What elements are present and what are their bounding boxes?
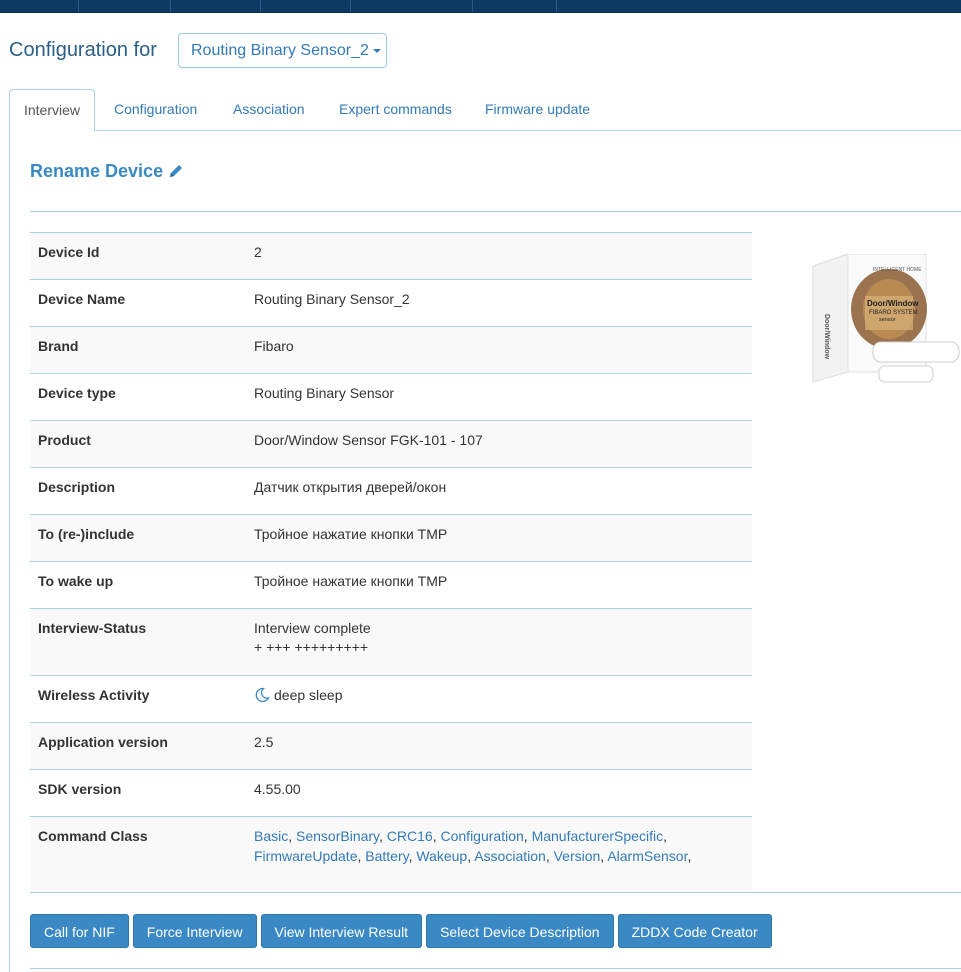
tab-firmware-update[interactable]: Firmware update: [485, 89, 590, 130]
command-class-link[interactable]: CRC16: [387, 828, 433, 844]
command-class-link[interactable]: ManufacturerSpecific: [532, 828, 664, 844]
box-side-text: Door/Window: [823, 314, 830, 360]
force-interview-button[interactable]: Force Interview: [132, 914, 257, 948]
command-class-link[interactable]: Battery: [365, 848, 408, 864]
device-info-table: Device Id 2 Device Name Routing Binary S…: [30, 232, 752, 893]
rename-device-label: Rename Device: [30, 161, 164, 181]
row-value: 4.55.00: [246, 769, 752, 817]
table-row: Product Door/Window Sensor FGK-101 - 107: [30, 420, 752, 468]
row-value: Тройное нажатие кнопки TMP: [246, 561, 752, 609]
row-value: 2.5: [246, 722, 752, 770]
row-key: Device Name: [30, 279, 246, 327]
row-value: deep sleep: [246, 675, 752, 723]
select-device-description-button[interactable]: Select Device Description: [426, 914, 614, 948]
moon-icon: [255, 687, 270, 703]
navbar-divider: [260, 0, 261, 12]
table-row: Command Class Basic, SensorBinary, CRC16…: [30, 816, 752, 893]
command-class-link[interactable]: FirmwareUpdate: [254, 848, 357, 864]
table-row: To wake up Тройное нажатие кнопки TMP: [30, 561, 752, 609]
zddx-code-creator-button[interactable]: ZDDX Code Creator: [617, 914, 772, 948]
table-row: SDK version 4.55.00: [30, 769, 752, 817]
tab-association[interactable]: Association: [233, 89, 305, 130]
table-row: Device Id 2: [30, 232, 752, 280]
command-class-link[interactable]: AlarmSensor: [607, 848, 687, 864]
table-row: Wireless Activity deep sleep: [30, 675, 752, 723]
product-image: Door/Window INTELLIGENT HOME Door/Window…: [812, 254, 960, 383]
table-row: Application version 2.5: [30, 722, 752, 770]
table-row: Device Name Routing Binary Sensor_2: [30, 279, 752, 327]
row-key: Product: [30, 420, 246, 468]
navbar-divider: [78, 0, 79, 12]
navbar-divider: [472, 0, 473, 12]
caret-down-icon: [372, 48, 381, 53]
row-value: Routing Binary Sensor_2: [246, 279, 752, 327]
tab-bar: Interview Configuration Association Expe…: [9, 89, 961, 131]
row-key: SDK version: [30, 769, 246, 817]
navbar-divider: [556, 0, 557, 12]
row-key: Wireless Activity: [30, 675, 246, 723]
wireless-activity-text: deep sleep: [274, 687, 343, 703]
table-row: Interview-Status Interview complete + ++…: [30, 608, 752, 676]
command-class-list: Basic, SensorBinary, CRC16, Configuratio…: [246, 816, 752, 893]
divider: [30, 211, 961, 212]
tab-configuration[interactable]: Configuration: [114, 89, 197, 130]
row-key: To wake up: [30, 561, 246, 609]
tab-expert-commands[interactable]: Expert commands: [339, 89, 452, 130]
divider: [30, 892, 961, 893]
row-key: Description: [30, 467, 246, 515]
command-class-link[interactable]: SensorBinary: [296, 828, 379, 844]
navbar-divider: [350, 0, 351, 12]
row-value: Тройное нажатие кнопки TMP: [246, 514, 752, 562]
interview-status-progress: + +++ +++++++++: [254, 639, 369, 655]
device-select-dropdown[interactable]: Routing Binary Sensor_2: [178, 33, 387, 68]
tab-interview[interactable]: Interview: [9, 89, 95, 131]
command-class-link[interactable]: Wakeup: [416, 848, 467, 864]
table-row: To (re-)include Тройное нажатие кнопки T…: [30, 514, 752, 562]
box-system-text: FIBARO SYSTEM: [869, 310, 918, 316]
row-key: Brand: [30, 326, 246, 374]
sensor-magnet: [878, 365, 934, 383]
row-value: Door/Window Sensor FGK-101 - 107: [246, 420, 752, 468]
call-for-nif-button[interactable]: Call for NIF: [30, 914, 129, 948]
row-value: Датчик открытия дверей/окон: [246, 467, 752, 515]
command-class-link[interactable]: Association: [474, 848, 546, 864]
pencil-icon: [170, 165, 183, 177]
command-class-line: FirmwareUpdate, Battery, Wakeup, Associa…: [254, 848, 692, 864]
box-sensor-text: sensor: [879, 317, 896, 323]
page-title: Configuration for: [9, 39, 157, 61]
table-row: Description Датчик открытия дверей/окон: [30, 467, 752, 515]
view-interview-result-button[interactable]: View Interview Result: [260, 914, 423, 948]
row-key: Command Class: [30, 816, 246, 893]
row-key: Interview-Status: [30, 608, 246, 676]
sensor-body: [872, 341, 960, 363]
row-key: Device Id: [30, 232, 246, 280]
divider: [30, 968, 961, 969]
row-key: To (re-)include: [30, 514, 246, 562]
box-brand-text: INTELLIGENT HOME: [873, 267, 922, 273]
row-value: Routing Binary Sensor: [246, 373, 752, 421]
action-buttons: Call for NIF Force Interview View Intervie…: [30, 914, 776, 948]
command-class-link[interactable]: Basic: [254, 828, 288, 844]
row-key: Application version: [30, 722, 246, 770]
box-title-text: Door/Window: [867, 299, 919, 308]
interview-status-text: Interview complete: [254, 620, 371, 636]
device-select-value: Routing Binary Sensor_2: [191, 42, 369, 59]
navbar-divider: [170, 0, 171, 12]
row-value: 2: [246, 232, 752, 280]
table-row: Device type Routing Binary Sensor: [30, 373, 752, 421]
table-row: Brand Fibaro: [30, 326, 752, 374]
command-class-link[interactable]: Version: [554, 848, 601, 864]
row-value: Interview complete + +++ +++++++++: [246, 608, 752, 676]
rename-device-link[interactable]: Rename Device: [30, 161, 184, 182]
row-key: Device type: [30, 373, 246, 421]
command-class-line: Basic, SensorBinary, CRC16, Configuratio…: [254, 828, 667, 844]
top-navbar: [0, 0, 961, 13]
command-class-link[interactable]: Configuration: [441, 828, 524, 844]
row-value: Fibaro: [246, 326, 752, 374]
